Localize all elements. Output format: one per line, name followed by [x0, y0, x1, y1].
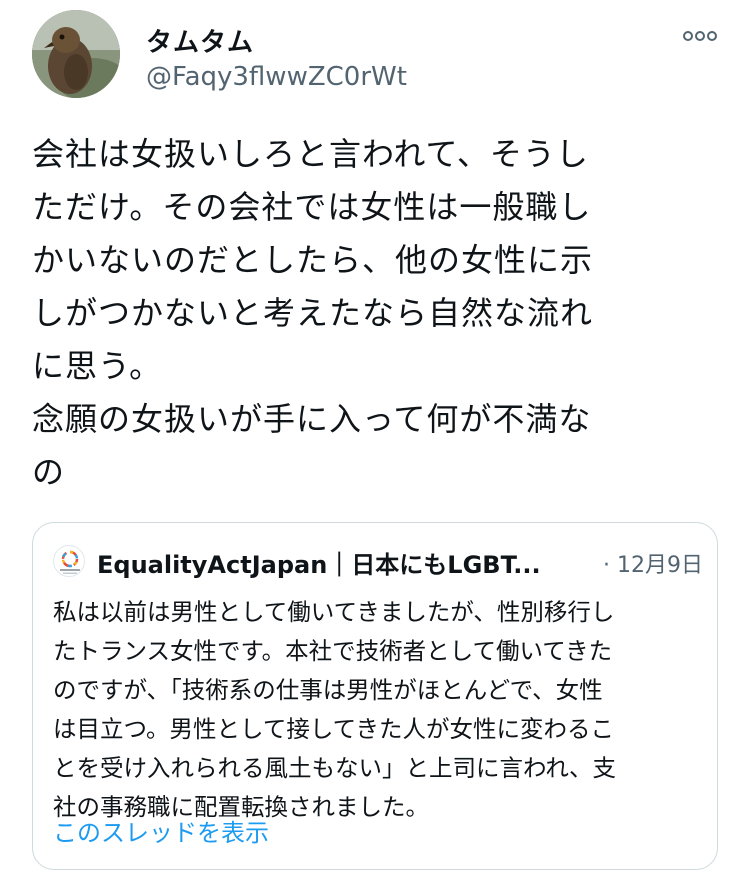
more-horizontal-icon[interactable]	[682, 28, 718, 44]
tweet: タムタム @Faqy3flwwZC0rWt 会社は女扱いしろと言われて、そうし …	[0, 0, 750, 892]
quoted-tweet-text: 私は以前は男性として働いてきましたが、性別移行し たトランス女性です。本社で技術…	[53, 598, 617, 821]
bird-avatar-image	[32, 10, 120, 98]
display-name[interactable]: タムタム	[146, 22, 254, 59]
tweet-text: 会社は女扱いしろと言われて、そうし ただけ。その会社では女性は一般職し かいない…	[32, 135, 594, 491]
equality-act-japan-logo-icon	[53, 545, 85, 577]
avatar[interactable]	[32, 10, 120, 98]
quoted-tweet[interactable]: EqualityActJapan｜日本にもLGBT... · 12月9日 私は以…	[32, 522, 718, 870]
quoted-tweet-date[interactable]: · 12月9日	[603, 547, 703, 579]
quoted-tweet-header: EqualityActJapan｜日本にもLGBT... · 12月9日	[53, 543, 703, 579]
show-thread-link[interactable]: このスレッドを表示	[53, 813, 269, 848]
user-handle[interactable]: @Faqy3flwwZC0rWt	[146, 62, 407, 92]
tweet-header: タムタム @Faqy3flwwZC0rWt	[32, 10, 718, 100]
quoted-author-name[interactable]: EqualityActJapan｜日本にもLGBT...	[97, 545, 541, 580]
